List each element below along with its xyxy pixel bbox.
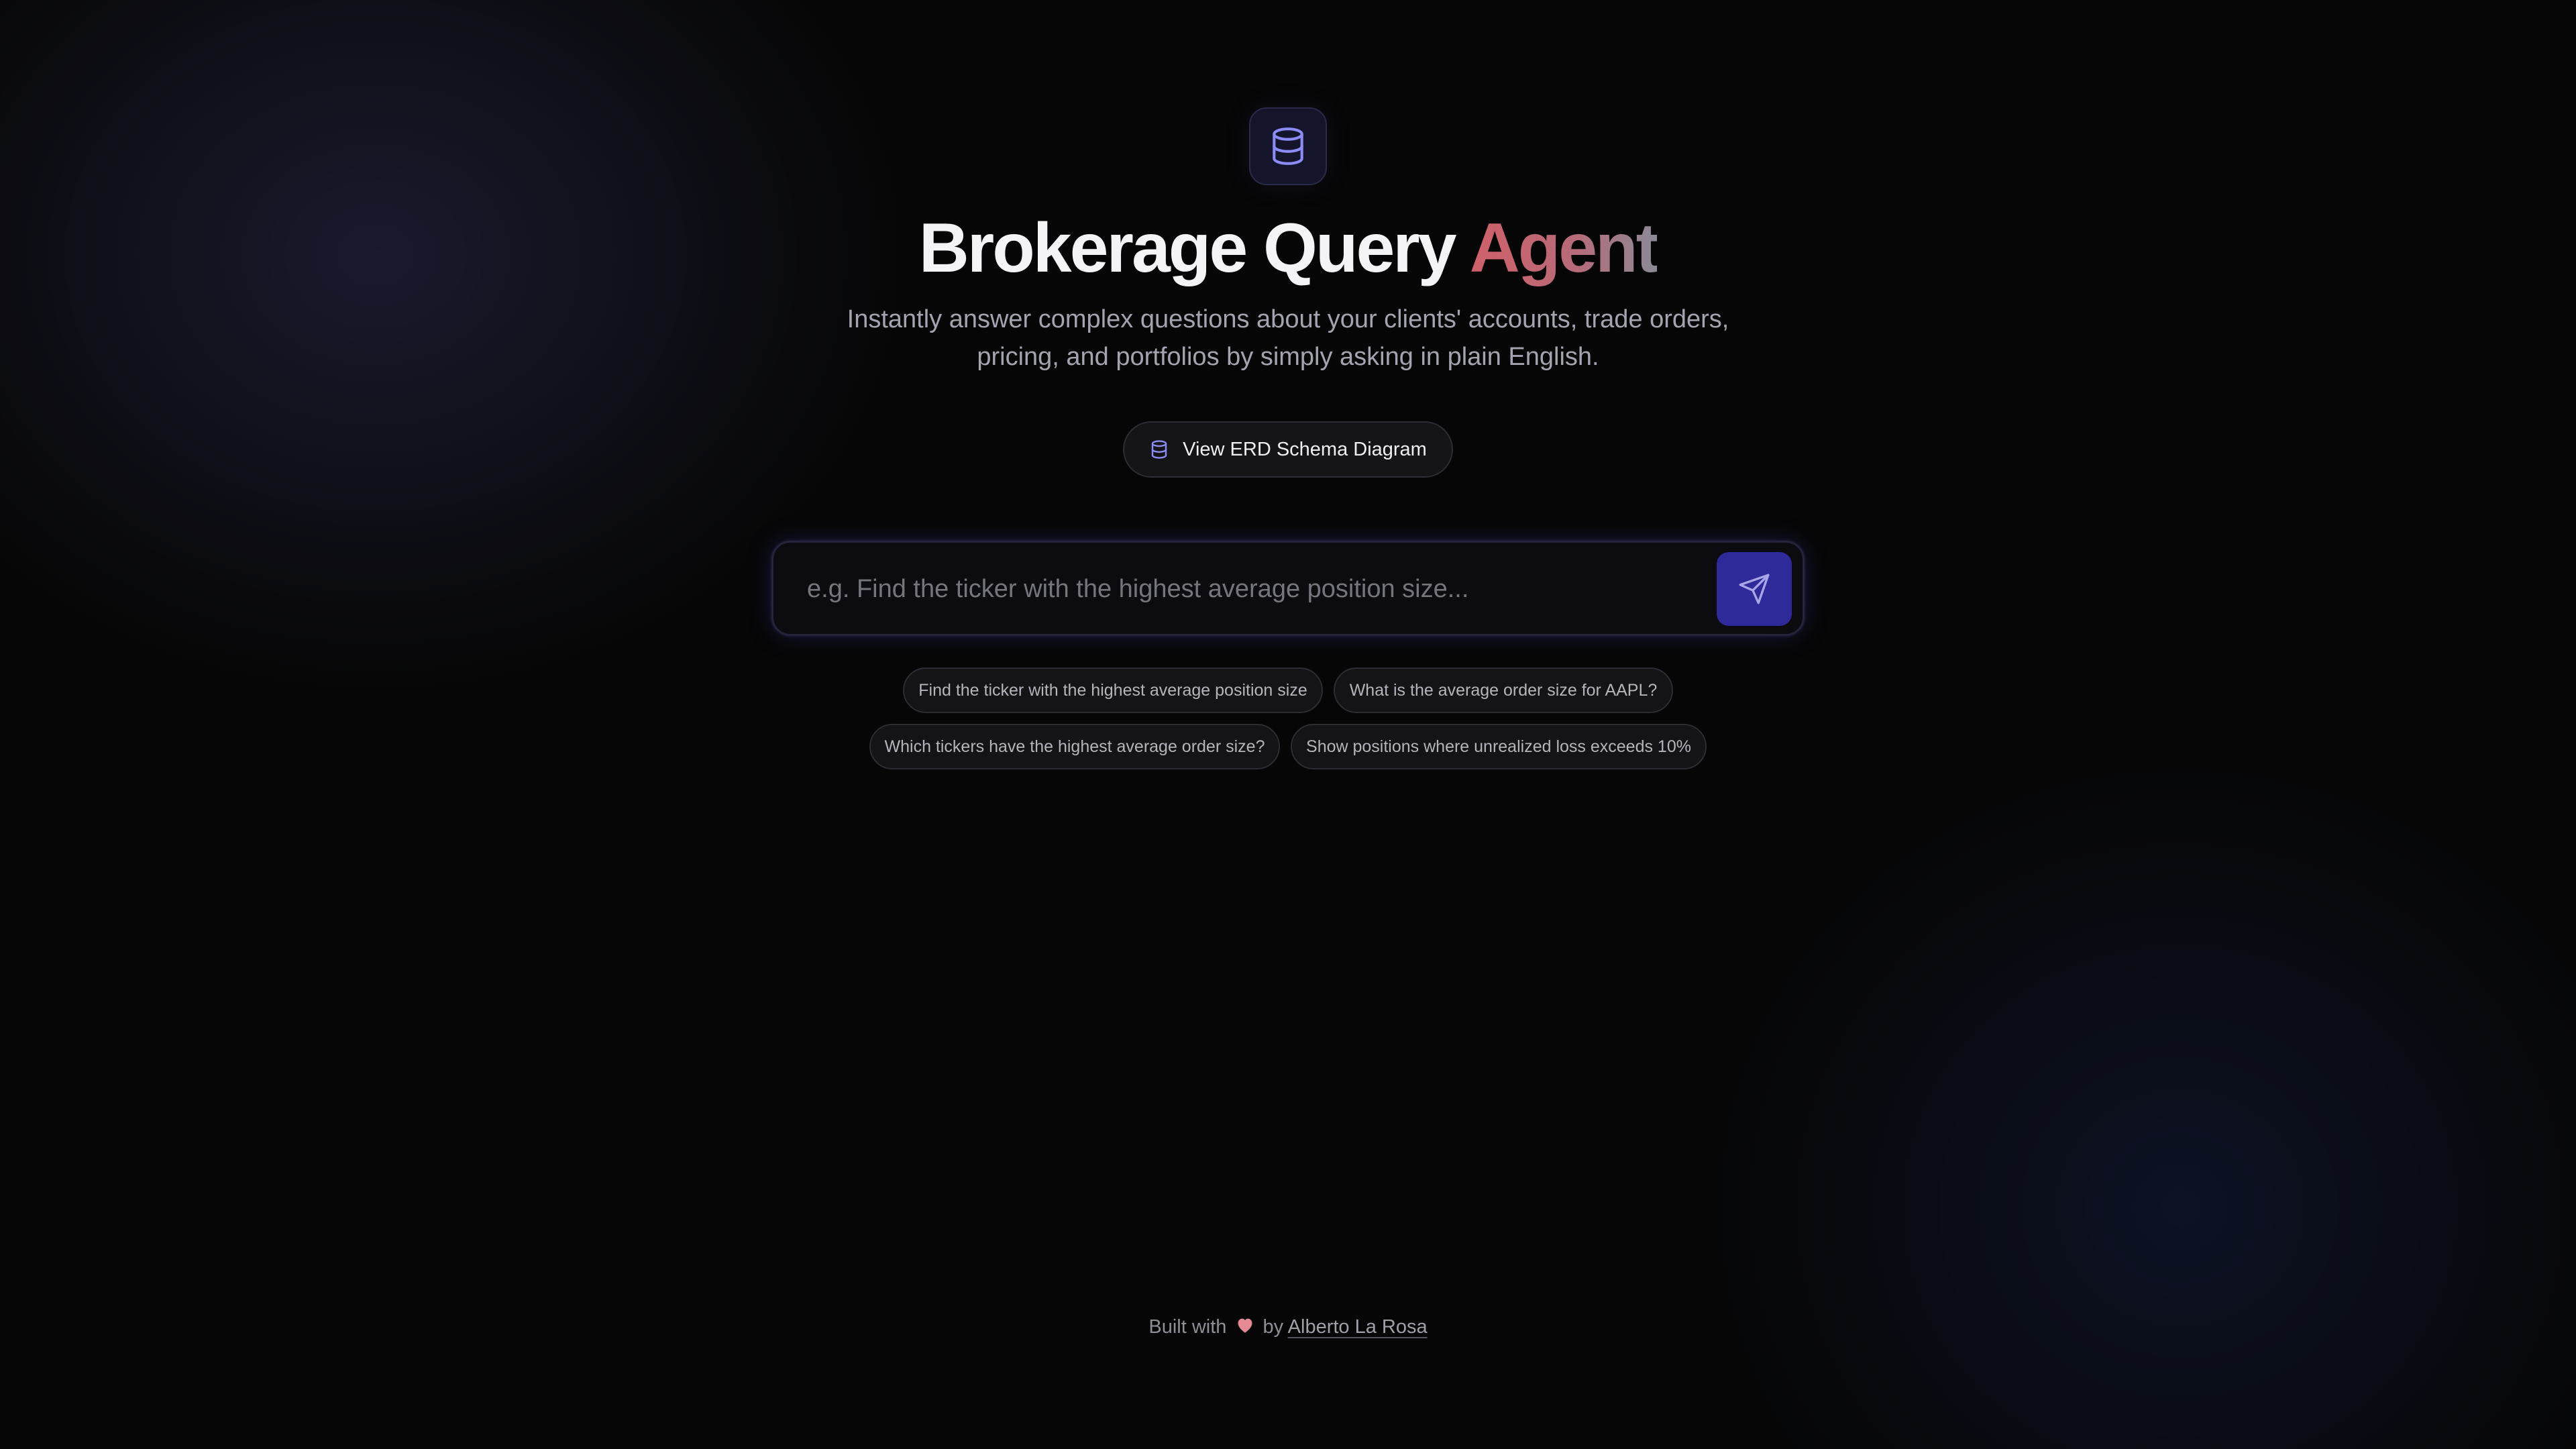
- heart-icon: [1236, 1313, 1254, 1342]
- send-button[interactable]: [1717, 552, 1792, 626]
- page-subtitle: Instantly answer complex questions about…: [847, 305, 1729, 371]
- author-link[interactable]: Alberto La Rosa: [1288, 1316, 1428, 1338]
- suggestion-chip[interactable]: What is the average order size for AAPL?: [1334, 667, 1673, 713]
- suggestion-chip[interactable]: Find the ticker with the highest average…: [903, 667, 1323, 713]
- suggestion-chip[interactable]: Which tickers have the highest average o…: [869, 724, 1280, 769]
- view-erd-schema-button[interactable]: View ERD Schema Diagram: [1123, 421, 1453, 478]
- send-icon: [1739, 574, 1770, 604]
- footer-prefix: Built with: [1148, 1316, 1227, 1338]
- app-logo: [1249, 107, 1327, 185]
- query-box: [771, 541, 1805, 636]
- landing-page: Brokerage Query Agent Instantly answer c…: [0, 0, 2576, 1449]
- footer-by: by: [1263, 1316, 1284, 1338]
- page-title: Brokerage Query Agent: [0, 201, 2576, 295]
- database-icon: [1273, 127, 1303, 165]
- view-erd-schema-label: View ERD Schema Diagram: [1183, 438, 1427, 460]
- footer: Built with by Alberto La Rosa: [0, 1312, 2576, 1342]
- title-accent: Agent: [1469, 209, 1660, 287]
- database-icon: [1151, 440, 1167, 459]
- title-main: Brokerage Query: [918, 209, 1470, 287]
- query-input[interactable]: [806, 543, 1680, 635]
- suggestion-chip[interactable]: Show positions where unrealized loss exc…: [1291, 724, 1707, 769]
